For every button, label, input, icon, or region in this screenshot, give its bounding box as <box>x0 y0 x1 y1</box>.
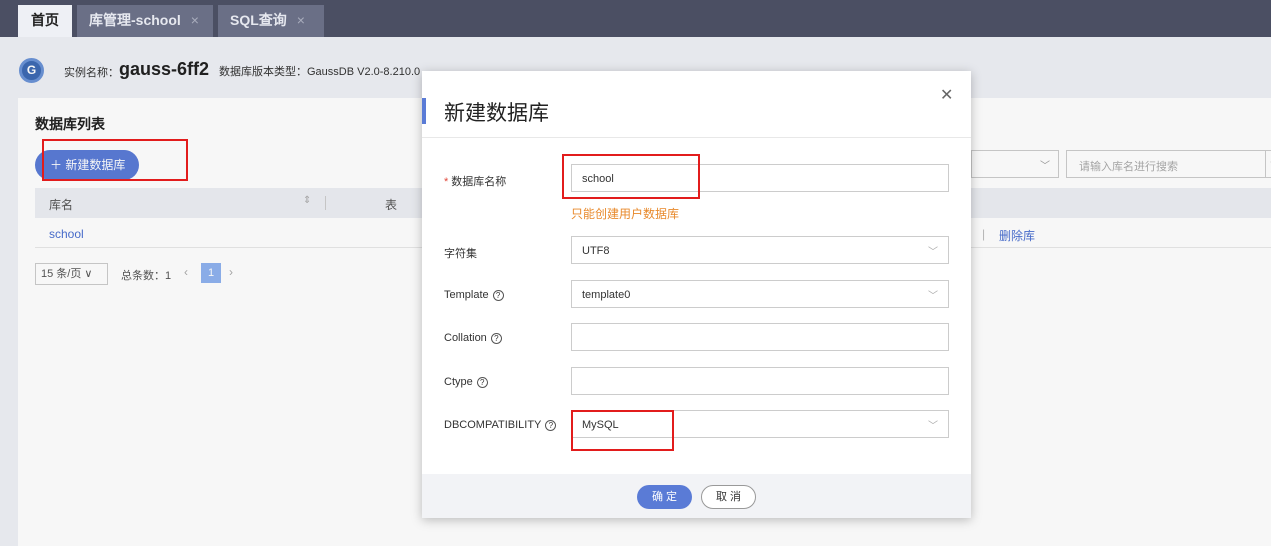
dialog-footer: 确 定 取 消 <box>422 474 971 518</box>
dbcompatibility-label: DBCOMPATIBILITY? <box>444 419 557 431</box>
chevron-down-icon: ﹀ <box>928 421 938 432</box>
confirm-button[interactable]: 确 定 <box>637 485 692 509</box>
top-tab-bar: 首页 库管理-school × SQL查询 × <box>0 0 1271 37</box>
required-mark: * <box>444 176 449 188</box>
tab-sql-query[interactable]: SQL查询 × <box>218 5 324 37</box>
db-name-label: * 数据库名称 <box>444 173 506 189</box>
help-icon[interactable]: ? <box>492 290 504 301</box>
tab-sql-query-label: SQL查询 <box>230 12 287 28</box>
close-icon[interactable]: ✕ <box>940 85 953 105</box>
help-icon[interactable]: ? <box>490 333 502 344</box>
annotation-box-dbcompat <box>571 410 674 451</box>
annotation-box-new-button <box>42 139 188 181</box>
ctype-input[interactable] <box>571 367 949 395</box>
divider <box>422 137 971 138</box>
close-icon[interactable]: × <box>297 12 305 28</box>
collation-label-text: Collation <box>444 332 487 344</box>
collation-label: Collation? <box>444 332 502 344</box>
template-select[interactable]: template0 ﹀ <box>571 280 949 308</box>
help-icon[interactable]: ? <box>545 420 557 431</box>
ctype-label: Ctype? <box>444 376 488 388</box>
close-icon[interactable]: × <box>191 12 199 28</box>
tab-db-manage[interactable]: 库管理-school × <box>77 5 213 37</box>
collation-input[interactable] <box>571 323 949 351</box>
dialog-title: 新建数据库 <box>444 102 549 125</box>
help-icon[interactable]: ? <box>476 377 488 388</box>
annotation-box-db-name <box>562 154 700 199</box>
tab-home-label: 首页 <box>31 12 59 28</box>
template-label-text: Template <box>444 289 489 301</box>
charset-value: UTF8 <box>582 245 610 257</box>
ctype-label-text: Ctype <box>444 376 473 388</box>
cancel-button[interactable]: 取 消 <box>701 485 756 509</box>
title-accent-bar <box>422 98 426 124</box>
charset-select[interactable]: UTF8 ﹀ <box>571 236 949 264</box>
tab-db-manage-label: 库管理-school <box>89 12 181 28</box>
db-name-hint: 只能创建用户数据库 <box>571 207 680 221</box>
charset-label: 字符集 <box>444 248 477 260</box>
chevron-down-icon: ﹀ <box>928 291 938 302</box>
db-name-label-text: 数据库名称 <box>451 176 507 188</box>
template-label: Template? <box>444 289 504 301</box>
dbcompatibility-label-text: DBCOMPATIBILITY <box>444 419 542 431</box>
template-value: template0 <box>582 289 631 301</box>
create-database-dialog: 新建数据库 ✕ * 数据库名称 school 只能创建用户数据库 字符集 UTF8… <box>422 71 971 518</box>
tab-home[interactable]: 首页 <box>18 5 72 37</box>
chevron-down-icon: ﹀ <box>928 247 938 258</box>
